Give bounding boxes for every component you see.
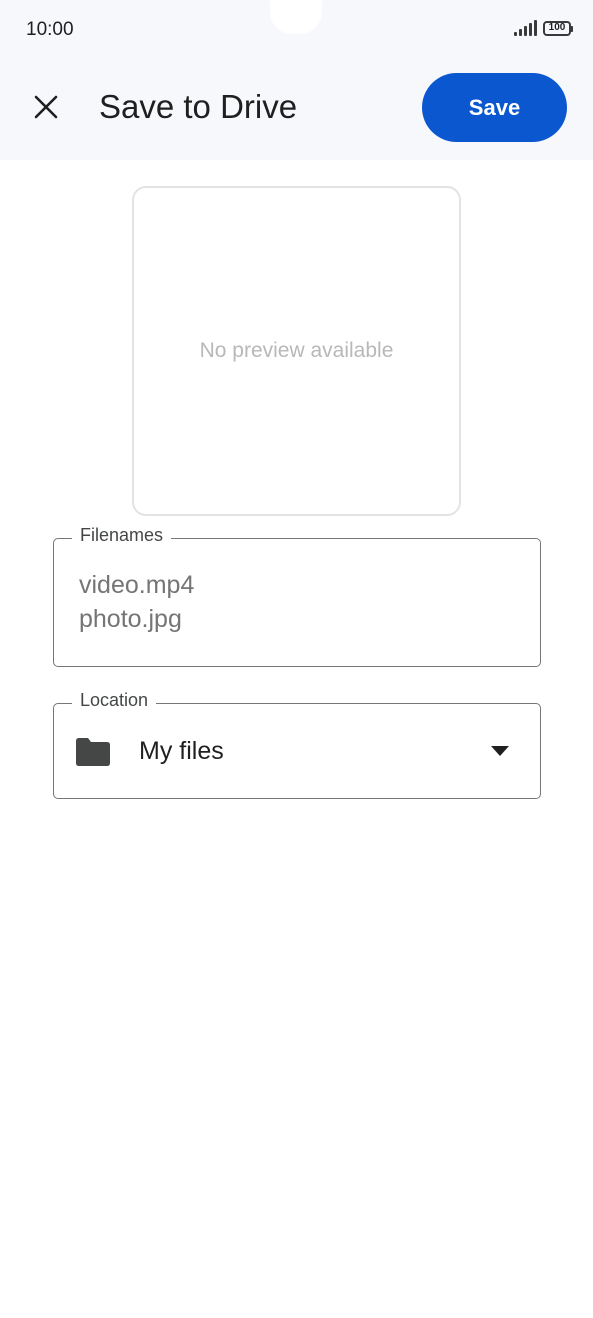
page-title: Save to Drive <box>99 88 298 125</box>
close-button[interactable] <box>22 83 70 131</box>
close-icon <box>34 95 58 119</box>
filenames-label: Filenames <box>72 525 172 546</box>
filenames-field[interactable]: Filenames video.mp4 photo.jpg <box>53 525 541 667</box>
dropdown-arrow-icon[interactable] <box>491 746 509 756</box>
status-time: 10:00 <box>26 19 74 40</box>
filename-item: photo.jpg <box>79 605 182 633</box>
location-value: My files <box>139 737 224 765</box>
app-bar: Save to Drive Save <box>0 60 593 160</box>
camera-notch <box>270 0 322 34</box>
status-icons: 100 <box>514 20 573 36</box>
battery-icon: 100 <box>543 20 573 36</box>
location-dropdown[interactable]: Location My files <box>53 690 541 799</box>
preview-placeholder-text: No preview available <box>199 339 394 362</box>
status-bar: 10:00 100 <box>0 0 593 60</box>
folder-icon <box>76 738 110 766</box>
file-preview: No preview available <box>132 186 461 516</box>
location-label: Location <box>72 690 157 711</box>
save-button[interactable]: Save <box>422 73 567 142</box>
filename-item: video.mp4 <box>79 571 195 599</box>
signal-icon <box>514 20 537 36</box>
top-area: 10:00 100 Save to Drive Save <box>0 0 593 160</box>
battery-level: 100 <box>548 22 566 33</box>
